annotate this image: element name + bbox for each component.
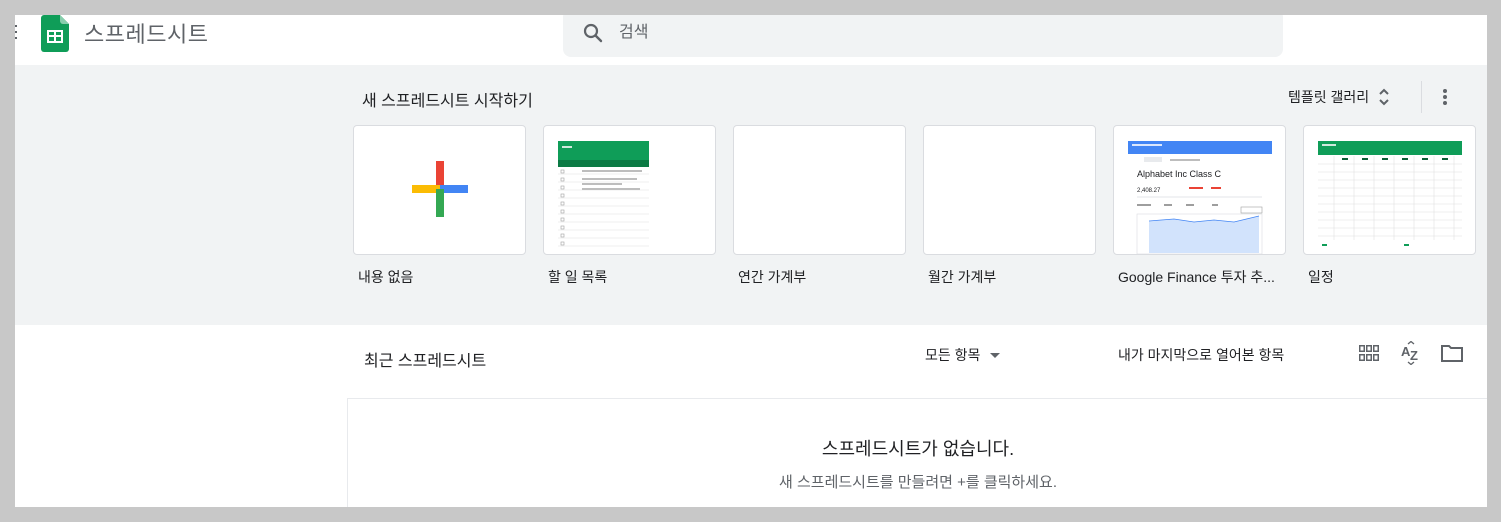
- schedule-preview-image: [1318, 141, 1462, 246]
- recent-header: 최근 스프레드시트 모든 항목 내가 마지막으로 열어본 항목 A Z: [15, 325, 1487, 395]
- template-thumbnail[interactable]: [353, 125, 526, 255]
- owner-filter-label: 모든 항목: [925, 347, 981, 363]
- owner-filter-dropdown[interactable]: 모든 항목: [925, 345, 1001, 365]
- template-gallery: 새 스프레드시트 시작하기 템플릿 갤러리 내용 없음 할 일 목록 연간 가계…: [15, 65, 1487, 325]
- template-label: Google Finance 투자 추...: [1118, 269, 1275, 285]
- template-card-finance[interactable]: Alphabet Inc Class C 2,408.27 Google Fin…: [1113, 125, 1286, 287]
- window-frame-top: [0, 0, 1501, 15]
- svg-text:Z: Z: [1410, 348, 1418, 363]
- grid-view-icon[interactable]: [1359, 345, 1379, 361]
- app-title[interactable]: 스프레드시트: [84, 17, 208, 49]
- empty-state-title: 스프레드시트가 없습니다.: [821, 439, 1015, 459]
- template-thumbnail[interactable]: [1303, 125, 1476, 255]
- template-thumbnail[interactable]: [733, 125, 906, 255]
- template-thumbnail[interactable]: Alphabet Inc Class C 2,408.27: [1113, 125, 1286, 255]
- empty-state: 스프레드시트가 없습니다. 새 스프레드시트를 만들려면 +를 클릭하세요.: [347, 398, 1487, 507]
- finance-thumb-value: 2,408.27: [1137, 188, 1161, 194]
- template-thumbnail[interactable]: [543, 125, 716, 255]
- folder-icon[interactable]: [1441, 344, 1463, 362]
- template-label: 연간 가계부: [738, 269, 807, 285]
- template-card-schedule[interactable]: 일정: [1303, 125, 1476, 287]
- main-menu-icon[interactable]: [15, 25, 17, 39]
- sort-by-last-opened[interactable]: 내가 마지막으로 열어본 항목: [1118, 345, 1284, 365]
- template-gallery-toggle[interactable]: 템플릿 갤러리: [1288, 87, 1391, 107]
- app-header: 스프레드시트: [15, 15, 1487, 65]
- template-card-todo[interactable]: 할 일 목록: [543, 125, 716, 287]
- search-icon[interactable]: [581, 21, 605, 45]
- search-bar[interactable]: [563, 15, 1283, 57]
- template-label: 일정: [1308, 269, 1334, 285]
- finance-thumb-heading: Alphabet Inc Class C: [1137, 169, 1222, 179]
- unfold-icon: [1379, 88, 1389, 106]
- empty-state-subtitle: 새 스프레드시트를 만들려면 +를 클릭하세요.: [779, 474, 1057, 491]
- template-label: 내용 없음: [358, 269, 414, 285]
- finance-preview-image: Alphabet Inc Class C 2,408.27: [1128, 141, 1272, 254]
- more-options-icon[interactable]: [1435, 85, 1455, 109]
- recent-title: 최근 스프레드시트: [364, 353, 487, 370]
- sheets-logo-icon[interactable]: [41, 15, 69, 52]
- template-label: 할 일 목록: [548, 269, 608, 285]
- template-card-monthly-budget[interactable]: 월간 가계부: [923, 125, 1096, 287]
- todo-preview-image: [558, 141, 649, 247]
- template-label: 월간 가계부: [928, 269, 997, 285]
- sheets-home: 스프레드시트 새 스프레드시트 시작하기 템플릿 갤러리: [15, 15, 1487, 507]
- search-input[interactable]: [619, 15, 1219, 57]
- sort-az-icon[interactable]: A Z: [1399, 341, 1423, 365]
- template-card-blank[interactable]: 내용 없음: [353, 125, 526, 287]
- template-gallery-label: 템플릿 갤러리: [1288, 89, 1370, 105]
- gallery-divider: [1421, 81, 1422, 113]
- window-frame-right: [1487, 0, 1501, 522]
- template-thumbnail[interactable]: [923, 125, 1096, 255]
- window-frame-bottom: [0, 507, 1501, 522]
- plus-icon: [412, 161, 468, 217]
- template-card-annual-budget[interactable]: 연간 가계부: [733, 125, 906, 287]
- gallery-title: 새 스프레드시트 시작하기: [362, 93, 533, 110]
- dropdown-arrow-icon: [990, 352, 1001, 358]
